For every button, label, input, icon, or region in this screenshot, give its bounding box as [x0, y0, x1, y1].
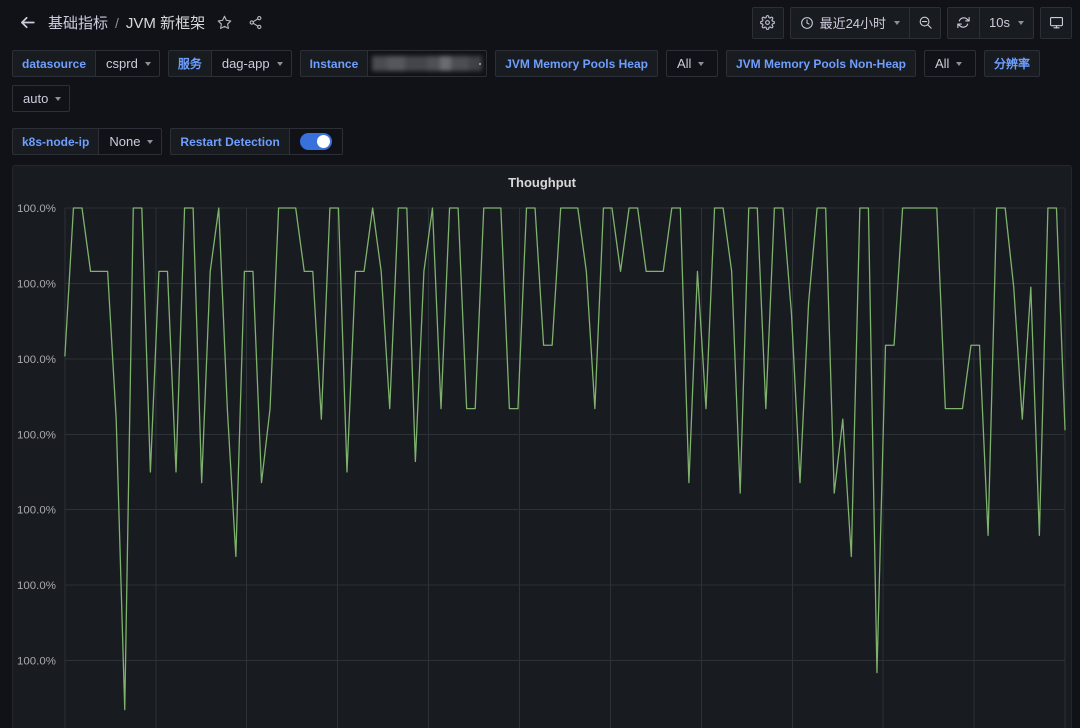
variable-k8s-node-ip: k8s-node-ip None	[12, 128, 163, 155]
redacted-value	[372, 56, 483, 71]
variable-value: auto	[23, 91, 49, 106]
variable-restart-detection: Restart Detection	[170, 128, 343, 155]
variable-resolution: 分辨率	[984, 50, 1041, 77]
chevron-down-icon	[144, 61, 151, 66]
variable-value: csprd	[106, 56, 138, 71]
chevron-down-icon	[479, 62, 482, 65]
svg-text:100.0%: 100.0%	[17, 580, 56, 592]
refresh-button[interactable]	[947, 6, 980, 39]
time-range-picker[interactable]: 最近24小时	[789, 6, 910, 39]
refresh-interval-label: 10s	[989, 15, 1010, 30]
chevron-down-icon	[55, 96, 62, 101]
svg-text:100.0%: 100.0%	[17, 278, 56, 290]
clock-icon	[800, 16, 813, 29]
variable-value: None	[109, 134, 141, 149]
chevron-down-icon	[894, 20, 901, 25]
variable-label: k8s-node-ip	[12, 128, 99, 155]
variable-value: dag-app	[221, 56, 270, 71]
svg-text:100.0%: 100.0%	[17, 203, 56, 215]
star-icon	[217, 15, 231, 29]
variable-label: Instance	[299, 50, 368, 77]
svg-text:100.0%: 100.0%	[17, 354, 56, 366]
refresh-icon	[957, 16, 970, 29]
tv-icon	[1049, 16, 1063, 29]
zoom-out-time-button[interactable]	[909, 6, 942, 39]
favorite-button[interactable]	[212, 11, 236, 35]
breadcrumb-separator: /	[115, 14, 119, 31]
variable-label: JVM Memory Pools Non-Heap	[725, 50, 916, 77]
chevron-down-icon	[1018, 20, 1024, 25]
tv-mode-button[interactable]	[1040, 6, 1072, 39]
refresh-interval-picker[interactable]: 10s	[979, 6, 1034, 39]
breadcrumb-parent[interactable]: 基础指标	[48, 12, 108, 33]
variable-instance: Instance	[299, 50, 488, 77]
variable-label: 分辨率	[984, 50, 1041, 77]
arrow-left-icon	[20, 16, 35, 29]
variable-select[interactable]	[367, 50, 488, 77]
variable-value: All	[676, 56, 692, 71]
variable-jvm-memory-pools-heap: JVM Memory Pools Heap	[495, 50, 658, 77]
breadcrumb: 基础指标 / JVM 新框架	[48, 11, 267, 35]
variable-select[interactable]: All	[924, 50, 976, 77]
share-button[interactable]	[243, 11, 267, 35]
time-range-label: 最近24小时	[819, 16, 887, 31]
variable-select[interactable]: auto	[12, 85, 71, 112]
panel-title: Thoughput	[508, 174, 576, 190]
variable-label: datasource	[12, 50, 96, 77]
chevron-down-icon	[147, 139, 154, 144]
variable-jvm-memory-pools-heap-value: All	[665, 50, 718, 77]
panel-body[interactable]: 100.0% 100.0% 100.0% 100.0% 100.0% 100.0% 100.…	[13, 194, 1071, 728]
time-range-controls: 最近24小时	[789, 6, 942, 39]
variable-service: 服务 dag-app	[167, 50, 292, 77]
gear-icon	[760, 15, 775, 30]
variable-jvm-memory-pools-non-heap: JVM Memory Pools Non-Heap	[725, 50, 916, 77]
variable-label: 服务	[167, 50, 211, 77]
variable-jvm-memory-pools-non-heap-value: All	[924, 50, 976, 77]
variable-select[interactable]: dag-app	[210, 50, 292, 77]
dashboard-toolbar: 最近24小时 10s	[751, 6, 1072, 39]
variable-datasource: datasource csprd	[12, 50, 160, 77]
top-navigation-bar: 基础指标 / JVM 新框架 最近24小时 10s	[0, 0, 1080, 45]
chevron-down-icon	[956, 61, 963, 66]
back-button[interactable]	[12, 8, 42, 38]
template-variables-bar: datasource csprd 服务 dag-app Instance JVM…	[0, 45, 1080, 161]
toggle-switch-on	[299, 133, 332, 150]
variable-label: Restart Detection	[170, 128, 289, 155]
variable-resolution-value: auto	[12, 85, 71, 112]
svg-text:100.0%: 100.0%	[17, 656, 56, 668]
svg-text:100.0%: 100.0%	[17, 429, 56, 441]
chevron-down-icon	[698, 61, 705, 66]
throughput-panel: Thoughput 100.0% 100.0% 100.0% 100.0% 100.0%…	[12, 165, 1072, 728]
timeseries-chart[interactable]: 100.0% 100.0% 100.0% 100.0% 100.0% 100.0% 100.…	[13, 194, 1071, 728]
refresh-controls: 10s	[947, 6, 1034, 39]
variable-value: All	[935, 56, 950, 71]
variable-select[interactable]: csprd	[95, 50, 160, 77]
svg-text:100.0%: 100.0%	[17, 505, 56, 517]
share-icon	[249, 15, 262, 30]
chevron-down-icon	[276, 61, 283, 66]
toggle-knob	[316, 135, 330, 148]
variable-select[interactable]: All	[665, 50, 718, 77]
variable-select[interactable]: None	[98, 128, 163, 155]
breadcrumb-current: JVM 新框架	[125, 15, 206, 32]
zoom-out-icon	[919, 16, 932, 29]
restart-detection-toggle[interactable]	[288, 128, 343, 155]
variable-label: JVM Memory Pools Heap	[495, 50, 658, 77]
dashboard-settings-button[interactable]	[751, 6, 784, 39]
